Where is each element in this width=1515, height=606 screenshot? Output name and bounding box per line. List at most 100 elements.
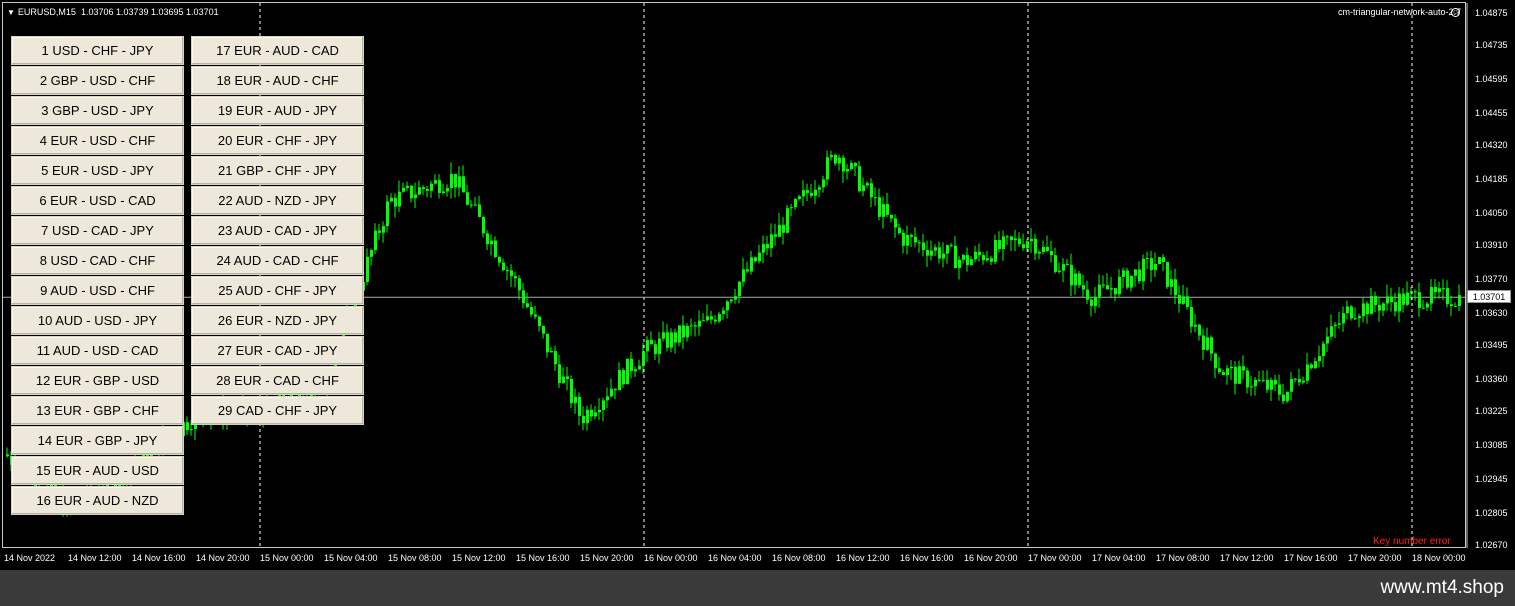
network-button-28[interactable]: 28 EUR - CAD - CHF [191, 366, 364, 395]
candle-body [1354, 318, 1357, 320]
candle-body [850, 163, 853, 170]
network-button-3[interactable]: 3 GBP - USD - JPY [11, 96, 184, 125]
network-button-26[interactable]: 26 EUR - NZD - JPY [191, 306, 364, 335]
candle-body [530, 307, 533, 315]
candle-body [550, 351, 553, 353]
price-axis-label: 1.04595 [1475, 74, 1508, 84]
candle-body [430, 183, 433, 191]
network-button-1[interactable]: 1 USD - CHF - JPY [11, 36, 184, 65]
candle-body [986, 258, 989, 261]
candle-body [746, 269, 749, 272]
time-axis-label: 17 Nov 16:00 [1284, 553, 1338, 563]
candle-body [394, 197, 397, 207]
dropdown-triangle-icon[interactable]: ▼ [7, 8, 15, 17]
candle-body [1106, 285, 1109, 290]
candle-body [1274, 379, 1277, 385]
network-button-5[interactable]: 5 EUR - USD - JPY [11, 156, 184, 185]
candle-body [762, 244, 765, 253]
network-button-11[interactable]: 11 AUD - USD - CAD [11, 336, 184, 365]
candle-body [970, 259, 973, 266]
candle-body [1038, 252, 1041, 254]
candle-body [822, 179, 825, 188]
price-axis-label: 1.04455 [1475, 108, 1508, 118]
network-button-15[interactable]: 15 EUR - AUD - USD [11, 456, 184, 485]
candle-body [646, 339, 649, 352]
candle-body [1254, 379, 1257, 387]
candle-body [1382, 303, 1385, 311]
time-axis-label: 16 Nov 20:00 [964, 553, 1018, 563]
network-button-12[interactable]: 12 EUR - GBP - USD [11, 366, 184, 395]
candle-body [606, 396, 609, 401]
network-button-17[interactable]: 17 EUR - AUD - CAD [191, 36, 364, 65]
network-button-22[interactable]: 22 AUD - NZD - JPY [191, 186, 364, 215]
network-button-18[interactable]: 18 EUR - AUD - CHF [191, 66, 364, 95]
candle-body [730, 299, 733, 302]
candle-body [946, 245, 949, 254]
time-axis-label: 17 Nov 20:00 [1348, 553, 1402, 563]
candle-body [1118, 276, 1121, 295]
candle-body [1046, 246, 1049, 252]
candle-body [1150, 258, 1153, 271]
time-axis-label: 16 Nov 16:00 [900, 553, 954, 563]
network-button-7[interactable]: 7 USD - CAD - JPY [11, 216, 184, 245]
candle-body [446, 188, 449, 192]
candle-body [1194, 324, 1197, 327]
network-button-20[interactable]: 20 EUR - CHF - JPY [191, 126, 364, 155]
candle-body [734, 296, 737, 300]
smiley-icon: ☺ [1451, 8, 1460, 17]
network-button-19[interactable]: 19 EUR - AUD - JPY [191, 96, 364, 125]
network-button-29[interactable]: 29 CAD - CHF - JPY [191, 396, 364, 425]
candle-body [1334, 324, 1337, 327]
network-button-23[interactable]: 23 AUD - CAD - JPY [191, 216, 364, 245]
network-button-16[interactable]: 16 EUR - AUD - NZD [11, 486, 184, 515]
network-button-4[interactable]: 4 EUR - USD - CHF [11, 126, 184, 155]
candle-body [934, 247, 937, 251]
candle-body [650, 339, 653, 345]
candle-body [1326, 336, 1329, 344]
network-button-9[interactable]: 9 AUD - USD - CHF [11, 276, 184, 305]
candle-body [978, 251, 981, 256]
candle-body [1406, 292, 1409, 305]
candle-body [498, 257, 501, 263]
price-axis-label: 1.03085 [1475, 440, 1508, 450]
candle-body [1146, 258, 1149, 260]
candle-body [510, 270, 513, 277]
time-axis-label: 14 Nov 20:00 [196, 553, 250, 563]
price-axis-label: 1.03360 [1475, 374, 1508, 384]
network-button-8[interactable]: 8 USD - CAD - CHF [11, 246, 184, 275]
price-axis-label: 1.03910 [1475, 240, 1508, 250]
candle-body [1042, 246, 1045, 253]
candle-body [1286, 391, 1289, 402]
candle-body [470, 204, 473, 206]
symbol-timeframe: EURUSD,M15 [17, 7, 76, 17]
candle-body [562, 376, 565, 384]
candle-body [370, 250, 373, 257]
network-button-6[interactable]: 6 EUR - USD - CAD [11, 186, 184, 215]
candle-body [1306, 364, 1309, 381]
candle-body [1198, 324, 1201, 336]
candle-body [878, 197, 881, 217]
network-button-2[interactable]: 2 GBP - USD - CHF [11, 66, 184, 95]
candle-body [1322, 343, 1325, 356]
network-button-24[interactable]: 24 AUD - CAD - CHF [191, 246, 364, 275]
candle-body [806, 190, 809, 193]
network-button-25[interactable]: 25 AUD - CHF - JPY [191, 276, 364, 305]
candle-body [386, 201, 389, 227]
candle-body [1386, 296, 1389, 304]
candle-body [1238, 366, 1241, 384]
candle-body [490, 240, 493, 245]
price-axis-label: 1.04185 [1475, 174, 1508, 184]
chart-area[interactable]: ▼ EURUSD,M15 1.03706 1.03739 1.03695 1.03… [0, 0, 1515, 570]
candle-body [786, 208, 789, 233]
network-button-21[interactable]: 21 GBP - CHF - JPY [191, 156, 364, 185]
time-axis-label: 14 Nov 16:00 [132, 553, 186, 563]
network-button-10[interactable]: 10 AUD - USD - JPY [11, 306, 184, 335]
candle-body [1202, 335, 1205, 350]
candle-body [1370, 296, 1373, 315]
candle-body [1050, 251, 1053, 256]
network-button-27[interactable]: 27 EUR - CAD - JPY [191, 336, 364, 365]
candle-body [1362, 303, 1365, 317]
candle-body [1430, 286, 1433, 304]
network-button-14[interactable]: 14 EUR - GBP - JPY [11, 426, 184, 455]
network-button-13[interactable]: 13 EUR - GBP - CHF [11, 396, 184, 425]
